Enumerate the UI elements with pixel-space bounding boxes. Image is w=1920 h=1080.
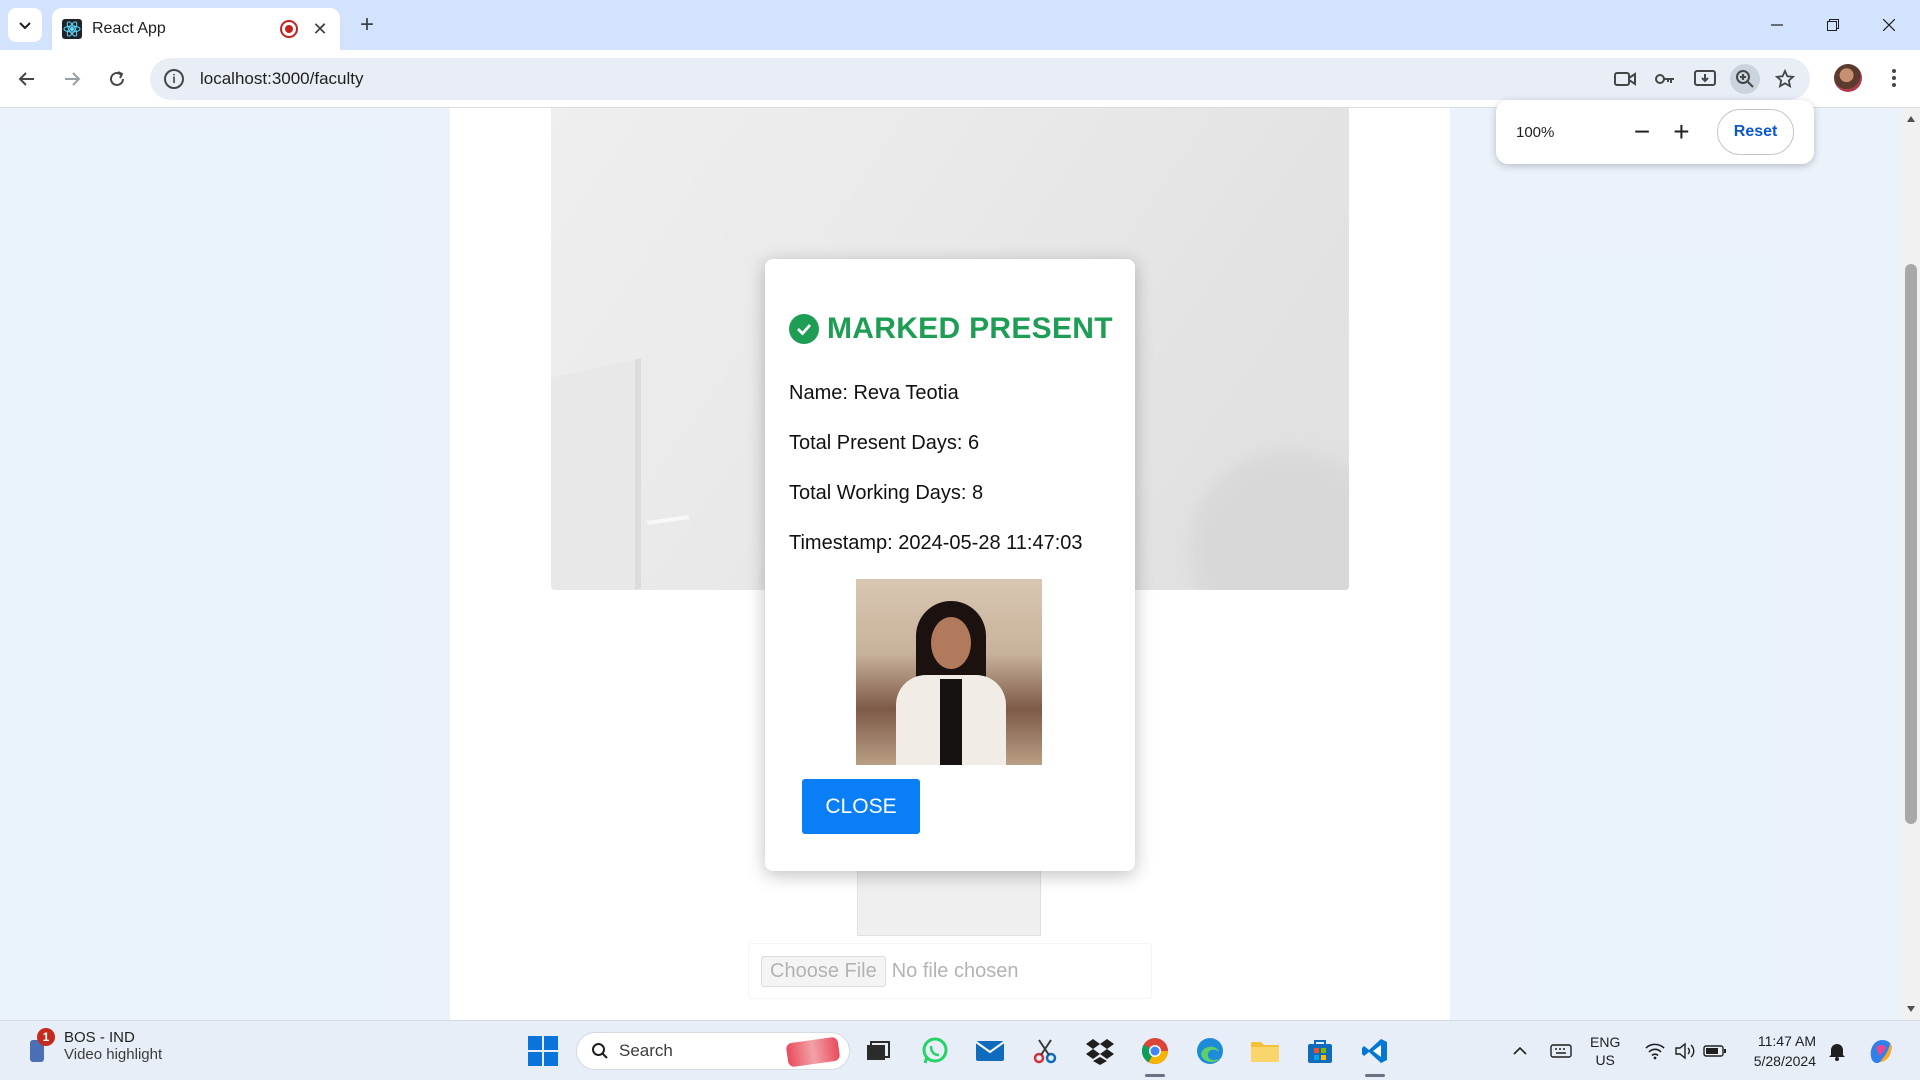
chrome-icon[interactable] — [1137, 1033, 1173, 1077]
url-text: localhost:3000/faculty — [200, 69, 364, 88]
scroll-thumb[interactable] — [1905, 264, 1917, 824]
copilot-icon[interactable] — [1864, 1033, 1898, 1069]
zoom-reset-button[interactable]: Reset — [1717, 109, 1794, 155]
tab-search-button[interactable] — [8, 8, 42, 42]
key-icon[interactable] — [1650, 64, 1680, 94]
search-highlight-icon — [785, 1036, 841, 1068]
attendance-modal: MARKED PRESENT Name: Reva Teotia Total P… — [765, 259, 1135, 871]
back-button[interactable] — [10, 62, 44, 96]
reload-button[interactable] — [100, 62, 134, 96]
camera-icon[interactable] — [1610, 64, 1640, 94]
student-name: Name: Reva Teotia — [789, 382, 959, 404]
zoom-out-button[interactable]: − — [1624, 114, 1659, 150]
file-explorer-icon[interactable] — [1247, 1033, 1283, 1069]
site-info-icon[interactable]: i — [164, 69, 184, 89]
recording-icon — [280, 20, 298, 38]
profile-avatar[interactable] — [1834, 64, 1862, 92]
working-days: Total Working Days: 8 — [789, 482, 984, 504]
language-indicator[interactable]: ENG US — [1590, 1033, 1620, 1069]
close-window-button[interactable] — [1866, 8, 1912, 42]
battery-icon[interactable] — [1702, 1033, 1728, 1069]
mail-icon[interactable] — [972, 1033, 1008, 1069]
zoom-popup: 100% − + Reset — [1496, 100, 1814, 164]
browser-tabstrip: React App ✕ + — [0, 0, 1920, 50]
system-clock[interactable]: 11:47 AM 5/28/2024 — [1736, 1031, 1816, 1071]
present-days: Total Present Days: 6 — [789, 432, 980, 454]
search-label: Search — [619, 1041, 673, 1060]
zoom-icon[interactable] — [1730, 64, 1760, 94]
check-circle-icon — [789, 314, 819, 344]
timestamp: Timestamp: 2024-05-28 11:47:03 — [789, 532, 1083, 554]
notification-badge: 1 — [37, 1028, 55, 1046]
clock-date: 5/28/2024 — [1753, 1053, 1816, 1069]
microsoft-store-icon[interactable] — [1302, 1033, 1338, 1069]
wifi-icon[interactable] — [1642, 1033, 1668, 1069]
zoom-in-button[interactable]: + — [1664, 114, 1699, 150]
new-tab-button[interactable]: + — [352, 10, 382, 40]
close-button[interactable]: CLOSE — [802, 779, 920, 834]
news-widget[interactable]: 1 BOS - IND Video highlight — [28, 1028, 163, 1063]
modal-heading: MARKED PRESENT — [827, 312, 1113, 345]
forward-button[interactable] — [55, 62, 89, 96]
taskbar: 1 BOS - IND Video highlight Search ENG U… — [0, 1020, 1920, 1080]
install-icon[interactable] — [1690, 64, 1720, 94]
edge-icon[interactable] — [1192, 1033, 1228, 1069]
whatsapp-icon[interactable] — [917, 1033, 953, 1069]
notification-bell-icon[interactable] — [1824, 1033, 1850, 1069]
vscode-icon[interactable] — [1357, 1033, 1393, 1077]
tab-title: React App — [92, 20, 166, 37]
sports-icon: 1 — [28, 1028, 56, 1062]
volume-icon[interactable] — [1672, 1033, 1698, 1069]
scroll-down-arrow[interactable] — [1907, 1006, 1915, 1012]
lang-line1: ENG — [1590, 1034, 1621, 1050]
lang-line2: US — [1595, 1052, 1615, 1068]
news-subtitle: Video highlight — [64, 1046, 163, 1063]
student-photo — [856, 579, 1042, 765]
search-icon — [592, 1043, 608, 1059]
scroll-up-arrow[interactable] — [1907, 116, 1915, 122]
dropbox-icon[interactable] — [1082, 1033, 1118, 1069]
reload-icon — [110, 71, 124, 86]
chevron-down-icon — [19, 22, 31, 30]
keyboard-icon[interactable] — [1548, 1033, 1574, 1069]
task-view-icon[interactable] — [860, 1033, 896, 1069]
react-icon — [62, 19, 82, 39]
modal-title: MARKED PRESENT — [789, 312, 1113, 346]
browser-tab[interactable]: React App ✕ — [52, 8, 340, 50]
tab-close-icon[interactable]: ✕ — [310, 19, 330, 40]
arrow-right-icon — [65, 72, 81, 86]
show-hidden-icons[interactable] — [1508, 1033, 1532, 1069]
address-bar[interactable]: i localhost:3000/faculty — [150, 58, 1810, 100]
bookmark-star-icon[interactable] — [1770, 64, 1800, 94]
restore-button[interactable] — [1810, 8, 1856, 42]
minimize-button[interactable] — [1754, 8, 1800, 42]
zoom-level: 100% — [1516, 123, 1555, 141]
arrow-left-icon — [18, 72, 34, 86]
taskbar-search[interactable]: Search — [576, 1032, 850, 1070]
snipping-tool-icon[interactable] — [1027, 1033, 1063, 1069]
clock-time: 11:47 AM — [1757, 1033, 1816, 1049]
page-scrollbar[interactable] — [1902, 108, 1920, 1020]
browser-menu-button[interactable] — [1880, 64, 1908, 92]
windows-start-icon[interactable] — [528, 1036, 558, 1066]
news-title: BOS - IND — [64, 1029, 135, 1046]
